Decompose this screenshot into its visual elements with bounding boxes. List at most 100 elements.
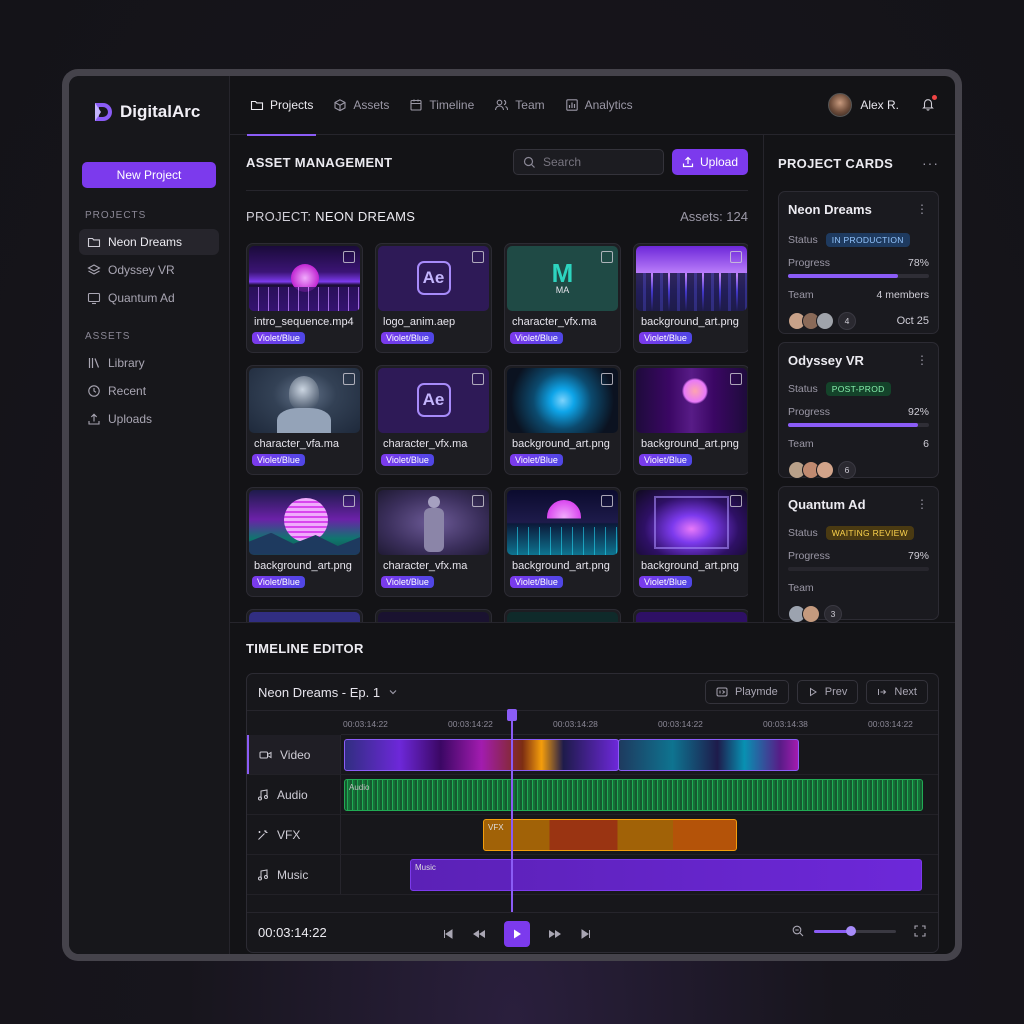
sidebar-item-quantum-ad[interactable]: Quantum Ad [79,285,219,311]
search-input[interactable]: Search [513,149,664,176]
sidebar-item-recent[interactable]: Recent [79,378,219,404]
image-file-icon [343,494,355,507]
upload-button[interactable]: Upload [672,149,748,176]
track-name: VFX [277,827,301,842]
team-avatars[interactable]: 4 Oct 25 [788,306,929,336]
rewind-icon[interactable] [472,928,486,940]
asset-card[interactable]: background_art.png Violet/Blue [504,364,621,475]
asset-tag[interactable]: Violet/Blue [252,453,305,466]
kebab-menu-icon[interactable]: ⋮ [916,497,928,511]
asset-card[interactable] [633,608,748,622]
playhead-handle[interactable] [507,709,517,721]
timeline-toolbar: Neon Dreams - Ep. 1 Playmde Prev Next [247,674,938,711]
asset-tag[interactable]: Violet/Blue [381,453,434,466]
asset-tag[interactable]: Violet/Blue [381,575,434,588]
video-clip[interactable] [344,739,619,771]
timeline-ruler[interactable]: 00:03:14:22 00:03:14:22 00:03:14:28 00:0… [341,711,938,735]
top-nav: Projects Assets Timeline Team Analytics … [230,76,955,136]
next-button[interactable]: Next [866,680,928,704]
asset-tag[interactable]: Violet/Blue [639,575,692,588]
tab-projects[interactable]: Projects [246,76,317,136]
asset-tag[interactable]: Violet/Blue [510,331,563,344]
vfx-clip[interactable]: VFX [483,819,737,851]
skip-back-icon[interactable] [442,928,454,940]
tab-team[interactable]: Team [494,76,545,135]
playmode-button[interactable]: Playmde [704,680,789,704]
zoom-slider[interactable] [814,925,896,936]
track-name: Audio [277,787,308,802]
more-options-icon[interactable]: ··· [922,155,939,171]
tab-assets[interactable]: Assets [333,76,389,135]
asset-tag[interactable]: Violet/Blue [510,453,563,466]
asset-card[interactable]: character_vfx.ma Violet/Blue [375,486,492,597]
sidebar-item-library[interactable]: Library [79,350,219,376]
project-card-quantum-ad[interactable]: Quantum Ad ⋮ Status WAITING REVIEW Progre… [778,486,939,623]
asset-card[interactable]: background_art.png Violet/Blue [246,486,363,597]
asset-card[interactable] [375,608,492,622]
project-card-odyssey-vr[interactable]: Odyssey VR ⋮ Status POST-PROD Progress 92%… [778,342,939,479]
music-clip[interactable]: Music [410,859,922,891]
zoom-slider-knob[interactable] [845,925,856,936]
asset-name: background_art.png [512,559,610,572]
track-audio[interactable]: Audio Audio [247,775,938,815]
playhead[interactable] [507,709,517,912]
asset-thumbnail: Ae [378,245,489,311]
asset-card[interactable]: background_art.png Violet/Blue [633,364,748,475]
prev-button[interactable]: Prev [796,680,859,704]
team-avatars[interactable]: 3 [788,599,929,629]
asset-card[interactable]: background_art.png Violet/Blue [633,242,748,353]
kebab-menu-icon[interactable]: ⋮ [916,353,928,367]
user-menu[interactable]: Alex R. [828,93,937,117]
next-label: Next [894,686,917,698]
asset-tag[interactable]: Violet/Blue [252,331,305,344]
track-video[interactable]: Video [247,735,938,775]
notification-dot [932,94,937,100]
audio-clip[interactable]: Audio [344,779,923,811]
asset-card[interactable]: background_art.png Violet/Blue [504,486,621,597]
sidebar-item-neon-dreams[interactable]: Neon Dreams [79,229,219,255]
new-project-button[interactable]: New Project [82,162,216,188]
team-value: 4 members [876,288,929,301]
tab-label: Assets [353,98,390,112]
asset-tag[interactable]: Violet/Blue [639,331,692,344]
asset-card[interactable]: intro_sequence.mp4 Violet/Blue [246,242,363,353]
tab-analytics[interactable]: Analytics [565,76,633,135]
sidebar-item-uploads[interactable]: Uploads [79,406,219,432]
tab-label: Timeline [429,98,475,112]
file-icon [472,372,484,385]
project-card-neon-dreams[interactable]: Neon Dreams ⋮ Status IN PRODUCTION Progre… [778,191,939,334]
sidebar-item-odyssey-vr[interactable]: Odyssey VR [79,257,219,283]
asset-card[interactable] [504,608,621,622]
layers-icon [87,264,101,275]
fullscreen-icon[interactable] [914,925,926,937]
project-heading: PROJECT: NEON DREAMS [246,209,415,224]
fast-forward-icon[interactable] [548,928,562,940]
status-row: Status POST-PROD [788,377,929,400]
team-label: Team [788,437,814,450]
track-music[interactable]: Music Music [247,855,938,895]
track-vfx[interactable]: VFX VFX [247,815,938,855]
logo[interactable]: DigitalArc [79,98,219,126]
monitor-icon [87,292,101,305]
asset-card[interactable] [246,608,363,622]
asset-name: logo_anim.aep [383,315,456,328]
kebab-menu-icon[interactable]: ⋮ [916,202,928,216]
asset-card[interactable]: M MA character_vfx.ma Violet/Blue [504,242,621,353]
asset-tag[interactable]: Violet/Blue [639,453,692,466]
asset-card[interactable]: character_vfa.ma Violet/Blue [246,364,363,475]
play-button[interactable] [504,921,530,947]
asset-card[interactable]: Ae character_vfx.ma Violet/Blue [375,364,492,475]
tab-timeline[interactable]: Timeline [409,76,474,135]
asset-tag[interactable]: Violet/Blue [252,575,305,588]
asset-thumbnail [636,367,747,433]
asset-tag[interactable]: Violet/Blue [381,331,434,344]
video-clip[interactable] [618,739,799,771]
skip-forward-icon[interactable] [580,928,592,940]
asset-card[interactable]: background_art.png Violet/Blue [633,486,748,597]
notification-button[interactable] [921,94,937,114]
asset-tag[interactable]: Violet/Blue [510,575,563,588]
asset-card[interactable]: Ae logo_anim.aep Violet/Blue [375,242,492,353]
team-avatars[interactable]: 6 [788,455,929,485]
sequence-select[interactable]: Neon Dreams - Ep. 1 [258,685,398,700]
transport-controls [442,921,592,947]
